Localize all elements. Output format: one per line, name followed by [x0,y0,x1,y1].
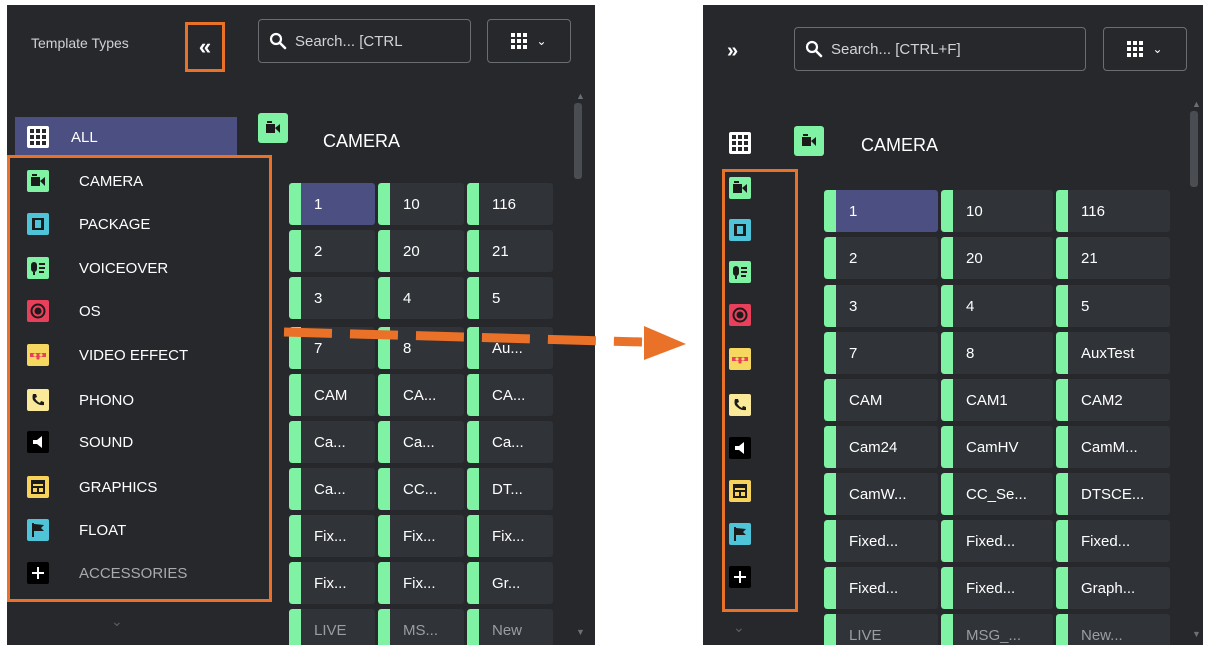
search-icon [269,32,287,50]
sidebar-item-all[interactable]: ALL [15,117,237,157]
template-tile[interactable]: New [467,609,553,645]
camera-category-icon [258,113,288,143]
template-tile[interactable]: CC_Se... [941,473,1053,515]
scroll-down-chevron-icon[interactable]: ⌄ [111,613,123,630]
search-placeholder: Search... [CTRL+F] [831,40,961,58]
all-grid-icon[interactable] [729,132,751,154]
template-tile[interactable]: 4 [941,285,1053,327]
template-tile[interactable]: New... [1056,614,1170,645]
scroll-up-arrow-icon[interactable]: ▲ [1192,99,1201,109]
highlight-box-nav-list [7,155,272,602]
scrollbar-thumb[interactable] [1190,111,1198,187]
template-tile[interactable]: 5 [1056,285,1170,327]
double-chevron-left-icon: « [198,34,212,59]
template-tile[interactable]: Fix... [467,515,553,557]
camera-category-icon [794,126,824,156]
template-tile[interactable]: Fix... [289,515,375,557]
template-tile[interactable]: LIVE [289,609,375,645]
template-tile[interactable]: DTSCE... [1056,473,1170,515]
category-title: CAMERA [323,131,401,151]
template-types-title: Template Types [31,35,129,51]
grid-view-icon [511,33,528,49]
sidebar-item-label: ALL [71,128,98,146]
template-tile[interactable]: DT... [467,468,553,510]
scroll-down-arrow-icon[interactable]: ▼ [1192,629,1201,639]
template-tile[interactable]: Fix... [378,515,464,557]
template-tile[interactable]: CAM [824,379,938,421]
template-tile[interactable]: CAM2 [1056,379,1170,421]
template-tile[interactable]: Fix... [289,562,375,604]
template-tile[interactable]: CC... [378,468,464,510]
scroll-down-chevron-icon[interactable]: ⌄ [733,619,745,636]
transition-arrow-icon [283,326,686,360]
template-tile[interactable]: MSG_... [941,614,1053,645]
template-tile[interactable]: CA... [467,374,553,416]
template-tile[interactable]: 10 [378,183,464,225]
template-tile[interactable]: 116 [467,183,553,225]
scroll-down-arrow-icon[interactable]: ▼ [576,627,585,637]
template-tile[interactable]: Ca... [289,421,375,463]
search-icon [805,40,823,58]
category-title: CAMERA [861,135,939,155]
template-tile[interactable]: Ca... [467,421,553,463]
template-tile[interactable]: 21 [1056,237,1170,279]
grid-view-icon [1127,41,1144,57]
highlight-box-icon-rail [722,169,798,612]
template-tile[interactable]: 116 [1056,190,1170,232]
template-tile[interactable]: Gr... [467,562,553,604]
search-input[interactable]: Search... [CTRL [258,19,471,63]
template-tile[interactable]: CA... [378,374,464,416]
template-tile[interactable]: Cam24 [824,426,938,468]
template-tile[interactable]: 21 [467,230,553,272]
template-tile[interactable]: CAM [289,374,375,416]
template-tile[interactable]: 3 [824,285,938,327]
search-placeholder: Search... [CTRL [295,32,403,50]
template-tile[interactable]: Ca... [289,468,375,510]
view-mode-dropdown[interactable]: ⌄ [487,19,571,63]
template-tile[interactable]: 20 [941,237,1053,279]
template-tile[interactable]: CamM... [1056,426,1170,468]
collapse-sidebar-button[interactable]: « [185,22,225,72]
template-tile[interactable]: 20 [378,230,464,272]
template-tile[interactable]: 2 [824,237,938,279]
template-tile[interactable]: Ca... [378,421,464,463]
template-tile[interactable]: Fix... [378,562,464,604]
template-tile[interactable]: Fixed... [1056,520,1170,562]
template-tile[interactable]: 1 [824,190,938,232]
template-tile[interactable]: Fixed... [824,567,938,609]
template-panel-collapsed: » Search... [CTRL+F] ⌄ ⌄ CAMERA 1 10 116… [703,5,1203,645]
template-tile[interactable]: 2 [289,230,375,272]
chevron-down-icon: ⌄ [536,34,547,48]
template-tile[interactable]: MS... [378,609,464,645]
template-tile[interactable]: CAM1 [941,379,1053,421]
template-tile[interactable]: Graph... [1056,567,1170,609]
template-tile[interactable]: Fixed... [941,567,1053,609]
scroll-up-arrow-icon[interactable]: ▲ [576,91,585,101]
scrollbar-thumb[interactable] [574,103,582,179]
template-tile[interactable]: CamHV [941,426,1053,468]
template-tile[interactable]: 1 [289,183,375,225]
template-tile[interactable]: 7 [824,332,938,374]
template-tile[interactable]: Fixed... [941,520,1053,562]
view-mode-dropdown[interactable]: ⌄ [1103,27,1187,71]
all-grid-icon [27,126,49,148]
template-tile[interactable]: CamW... [824,473,938,515]
expand-sidebar-icon[interactable]: » [727,40,738,63]
template-tile[interactable]: 8 [941,332,1053,374]
template-tile[interactable]: Fixed... [824,520,938,562]
template-tile[interactable]: 10 [941,190,1053,232]
template-tile[interactable]: AuxTest [1056,332,1170,374]
search-input[interactable]: Search... [CTRL+F] [794,27,1086,71]
template-tile[interactable]: LIVE [824,614,938,645]
chevron-down-icon: ⌄ [1152,42,1163,56]
